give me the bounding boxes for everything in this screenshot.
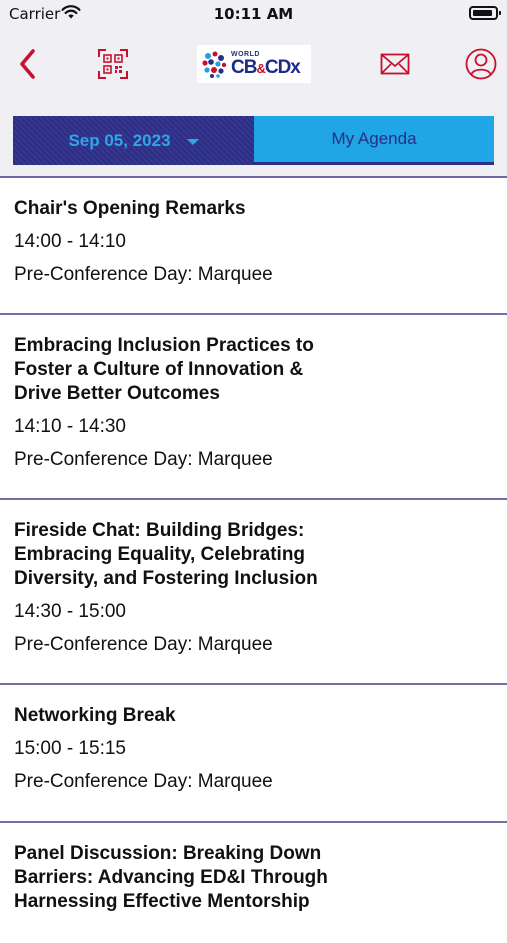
session-time: 14:10 - 14:30	[14, 416, 126, 437]
session-item[interactable]: Networking Break 15:00 - 15:15 Pre-Confe…	[0, 685, 507, 823]
session-time: 14:30 - 15:00	[14, 601, 126, 622]
session-item[interactable]: Chair's Opening Remarks 14:00 - 14:10 Pr…	[0, 178, 507, 315]
event-logo: WORLD CB&CDx	[197, 45, 311, 83]
globe-logo-icon	[201, 51, 227, 78]
battery-icon	[469, 6, 501, 20]
clock: 10:11 AM	[213, 5, 294, 23]
session-item[interactable]: Fireside Chat: Building Bridges: Embraci…	[0, 500, 507, 685]
session-location: Pre-Conference Day: Marquee	[14, 264, 273, 285]
session-title: Fireside Chat: Building Bridges: Embraci…	[14, 520, 318, 589]
logo-text: WORLD CB&CDx	[231, 51, 301, 78]
mail-icon	[380, 53, 410, 75]
session-title: Panel Discussion: Breaking Down Barriers…	[14, 843, 328, 912]
status-bar: Carrier 10:11 AM	[0, 0, 507, 30]
back-button[interactable]	[6, 38, 50, 90]
date-label: Sep 05, 2023	[68, 130, 171, 150]
session-title: Chair's Opening Remarks	[14, 198, 246, 219]
qr-scan-icon	[98, 49, 128, 79]
mail-button[interactable]	[373, 38, 417, 90]
logo-amp: &	[256, 61, 265, 76]
session-time: 14:00 - 14:10	[14, 231, 126, 252]
chevron-left-icon	[20, 49, 35, 79]
user-icon	[465, 48, 497, 80]
session-location: Pre-Conference Day: Marquee	[14, 771, 273, 792]
session-time: 15:00 - 15:15	[14, 738, 126, 759]
agenda-tabs: Sep 05, 2023 My Agenda	[13, 116, 494, 165]
profile-button[interactable]	[459, 38, 503, 90]
logo-cb: CB	[231, 57, 257, 78]
dropdown-caret-icon	[186, 138, 199, 145]
session-item[interactable]: Panel Discussion: Breaking Down Barriers…	[0, 823, 507, 943]
session-location: Pre-Conference Day: Marquee	[14, 634, 273, 655]
my-agenda-label: My Agenda	[331, 129, 417, 148]
session-item[interactable]: Embracing Inclusion Practices to Foster …	[0, 315, 507, 500]
session-location: Pre-Conference Day: Marquee	[14, 449, 273, 470]
header-area: Carrier 10:11 AM WORLD CB&CDx Sep 05, 20…	[0, 0, 507, 177]
scan-button[interactable]	[91, 38, 135, 90]
session-list: Chair's Opening Remarks 14:00 - 14:10 Pr…	[0, 178, 507, 943]
navigation-bar: WORLD CB&CDx	[0, 38, 507, 98]
my-agenda-tab[interactable]: My Agenda	[254, 116, 494, 165]
logo-title: CB&CDx	[231, 57, 301, 78]
date-selector-tab[interactable]: Sep 05, 2023	[13, 116, 254, 165]
logo-cdx: CDx	[264, 57, 301, 78]
session-title: Networking Break	[14, 705, 176, 726]
session-title: Embracing Inclusion Practices to Foster …	[14, 335, 314, 404]
